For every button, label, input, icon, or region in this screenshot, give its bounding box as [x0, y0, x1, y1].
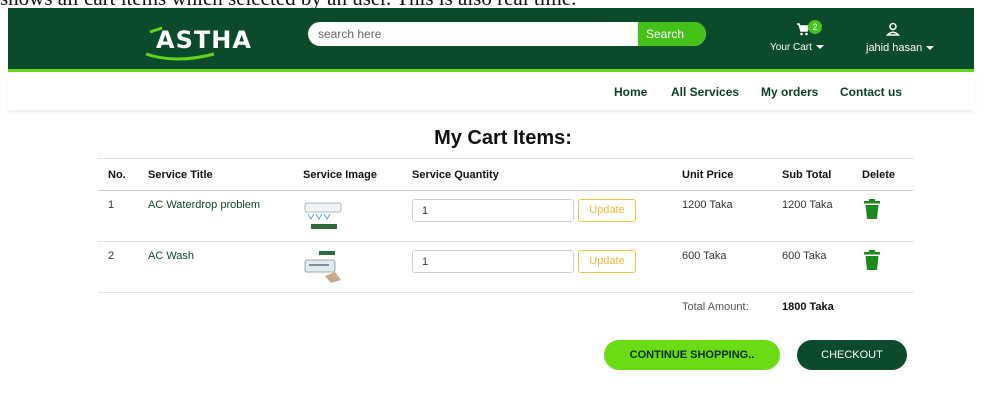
cart-menu[interactable]: 2 Your Cart [768, 20, 838, 58]
user-menu[interactable]: jahid hasan [860, 22, 960, 58]
nav-my-orders[interactable]: My orders [761, 85, 818, 99]
search-input[interactable] [318, 24, 628, 44]
service-title: AC Waterdrop problem [138, 190, 293, 242]
cart-table: No. Service Title Service Image Service … [98, 158, 914, 323]
total-value: 1800 Taka [782, 301, 834, 313]
cart-label: Your Cart [770, 42, 824, 53]
column-header: Delete [852, 158, 914, 191]
service-image-cell [293, 190, 402, 242]
update-button[interactable]: Update [578, 199, 636, 222]
quantity-cell: Update [402, 190, 672, 242]
update-button[interactable]: Update [578, 250, 636, 273]
quantity-input[interactable] [412, 250, 574, 273]
row-number: 1 [98, 190, 138, 242]
top-navbar: ASTHA Search 2 Your Cart jahid hasan [8, 8, 974, 72]
service-image-cell [293, 241, 402, 293]
sub-total: 1200 Taka [772, 190, 852, 242]
trash-icon[interactable] [862, 199, 882, 219]
unit-price: 600 Taka [672, 241, 772, 293]
trash-icon[interactable] [862, 250, 882, 270]
search-bar: Search [308, 22, 706, 46]
nav-home[interactable]: Home [614, 85, 647, 99]
service-title: AC Wash [138, 241, 293, 293]
nav-contact-us[interactable]: Contact us [840, 85, 902, 99]
column-header: No. [98, 158, 138, 191]
checkout-button[interactable]: CHECKOUT [797, 340, 907, 370]
row-number: 2 [98, 241, 138, 293]
total-label: Total Amount: [682, 301, 749, 313]
sub-total: 600 Taka [772, 241, 852, 293]
search-button[interactable]: Search [638, 22, 706, 46]
table-row: 2 AC Wash Update 600 Taka 600 Taka [98, 241, 914, 293]
logo-text: ASTHA [156, 26, 252, 54]
delete-cell [852, 190, 914, 242]
continue-shopping-button[interactable]: CONTINUE SHOPPING.. [604, 340, 780, 370]
ac-wash-thumbnail [304, 251, 341, 283]
unit-price: 1200 Taka [672, 190, 772, 242]
column-header: Service Quantity [402, 158, 672, 191]
cart-count-badge: 2 [808, 20, 822, 34]
chevron-down-icon [815, 45, 824, 50]
page-title: My Cart Items: [434, 127, 572, 149]
table-row: 1 AC Waterdrop problem Update 1200 Taka … [98, 190, 914, 242]
quantity-input[interactable] [412, 199, 574, 222]
astha-logo[interactable]: ASTHA [136, 20, 256, 62]
user-name: jahid hasan [866, 42, 935, 54]
chevron-down-icon [926, 46, 935, 51]
column-header: Service Image [293, 158, 402, 191]
quantity-cell: Update [402, 241, 672, 293]
column-header: Unit Price [672, 158, 772, 191]
main-nav: Home All Services My orders Contact us [8, 75, 974, 110]
nav-all-services[interactable]: All Services [671, 85, 739, 99]
delete-cell [852, 241, 914, 293]
user-icon [886, 22, 900, 36]
ac-waterdrop-thumbnail [304, 202, 342, 229]
table-header-row: No. Service Title Service Image Service … [98, 158, 914, 191]
total-row: Total Amount: 1800 Taka [98, 293, 914, 323]
column-header: Sub Total [772, 158, 852, 191]
column-header: Service Title [138, 158, 293, 191]
